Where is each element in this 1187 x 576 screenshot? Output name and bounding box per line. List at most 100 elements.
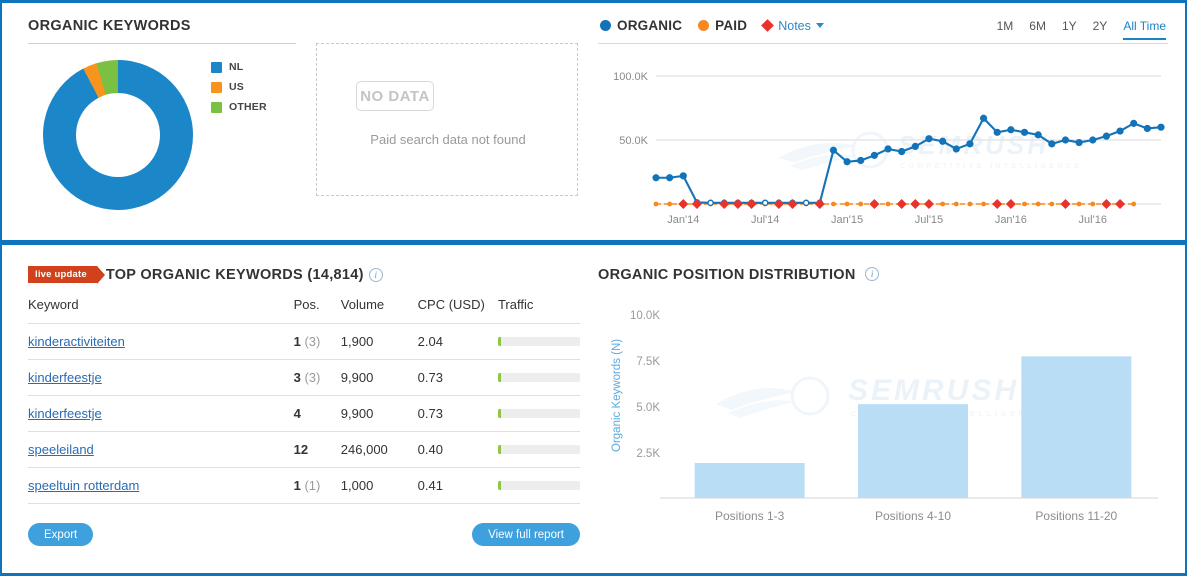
svg-text:Jul'15: Jul'15 [915, 214, 943, 226]
svg-text:Jan'14: Jan'14 [667, 214, 699, 226]
cell-keyword: speeltuin rotterdam [28, 467, 294, 504]
cell-cpc: 0.41 [417, 467, 498, 504]
title-divider [28, 43, 296, 44]
legend-item-notes[interactable]: Notes [761, 18, 824, 33]
cell-keyword: speeleiland [28, 431, 294, 468]
svg-text:Jul'14: Jul'14 [751, 214, 779, 226]
diamond-icon-notes [761, 19, 775, 32]
position-current: 12 [293, 442, 309, 457]
cell-position: 1 (3) [293, 323, 341, 360]
svg-text:10.0K: 10.0K [630, 310, 660, 322]
cell-volume: 1,900 [340, 323, 418, 360]
trend-chart: 50.0K 100.0K SEMRUSH COMPETITIVE INTELLIGEN… [598, 58, 1168, 233]
svg-text:Jan'16: Jan'16 [995, 214, 1027, 226]
tab-1m[interactable]: 1M [997, 19, 1014, 40]
position-distribution-chart: 2.5K 5.0K 7.5K 10.0K Organic Keywords (N) SEM… [598, 300, 1168, 540]
position-distribution-svg: 2.5K 5.0K 7.5K 10.0K Organic Keywords (N) SEM… [611, 310, 1158, 523]
svg-text:2.5K: 2.5K [636, 448, 660, 460]
trend-chart-svg: 50.0K100.0KSEMRUSHCOMPETITIVE INTELLIGEN… [613, 71, 1165, 226]
column-header-keyword: Keyword [28, 297, 79, 312]
tab-1y[interactable]: 1Y [1062, 19, 1077, 40]
legend-item-us: US [211, 81, 267, 93]
info-icon-position-distribution[interactable]: i [865, 267, 880, 281]
table-row: kinderfeestje 3 (3) 9,900 0.73 [28, 359, 580, 396]
cell-traffic [497, 359, 580, 396]
report-page: ORGANIC KEYWORDS NL US OTHER NO DATA Pai… [0, 0, 1187, 576]
legend-label-paid: PAID [715, 18, 748, 33]
trend-legend: ORGANIC PAID Notes [600, 18, 840, 33]
position-current: 1 [293, 334, 301, 349]
keyword-link[interactable]: speeltuin rotterdam [28, 478, 139, 493]
keyword-link[interactable]: speeleiland [28, 442, 94, 457]
position-current: 3 [293, 370, 301, 385]
chevron-down-icon[interactable] [815, 23, 824, 28]
svg-text:7.5K: 7.5K [636, 356, 660, 368]
cell-traffic [497, 431, 580, 468]
keywords-table: Keyword Pos. Volume CPC (USD) Traffic ki… [28, 297, 580, 504]
legend-label-organic: ORGANIC [617, 18, 683, 33]
svg-text:Organic Keywords (N): Organic Keywords (N) [611, 339, 623, 452]
paid-no-data-panel: NO DATA Paid search data not found [316, 43, 578, 196]
view-full-report-button[interactable]: View full report [472, 523, 580, 546]
column-header-volume: Volume [340, 297, 385, 312]
keyword-link[interactable]: kinderactiviteiten [28, 334, 125, 349]
table-row: kinderfeestje 4 9,900 0.73 [28, 395, 580, 432]
traffic-bar-fill [497, 373, 502, 382]
traffic-bar-fill [497, 481, 502, 490]
table-row: speeleiland 12 246,000 0.40 [28, 431, 580, 468]
legend-item-paid[interactable]: PAID [698, 18, 747, 33]
no-data-badge: NO DATA [356, 81, 434, 111]
traffic-bar [497, 481, 580, 490]
legend-swatch-other [211, 101, 222, 113]
legend-label-nl: NL [229, 61, 244, 73]
svg-text:SEMRUSH: SEMRUSH [848, 374, 1019, 407]
legend-swatch-us [211, 81, 222, 93]
position-previous: (3) [300, 370, 321, 385]
cell-cpc: 2.04 [417, 323, 498, 360]
top-organic-keywords-panel: live update TOP ORGANIC KEYWORDS (14,814… [28, 266, 580, 504]
keywords-table-body: kinderactiviteiten 1 (3) 1,900 2.04 kinderfe… [28, 323, 580, 504]
table-header-row: Keyword Pos. Volume CPC (USD) Traffic [28, 297, 580, 324]
donut-legend: NL US OTHER [211, 61, 267, 121]
keywords-table-head: Keyword Pos. Volume CPC (USD) Traffic [28, 297, 580, 324]
svg-text:50.0K: 50.0K [619, 135, 648, 147]
position-distribution-title: ORGANIC POSITION DISTRIBUTION [598, 267, 856, 283]
cell-keyword: kinderactiviteiten [28, 323, 294, 360]
cell-traffic [497, 467, 580, 504]
position-previous: (1) [300, 478, 321, 493]
svg-text:100.0K: 100.0K [613, 71, 649, 83]
traffic-bar [497, 373, 580, 382]
svg-text:Positions 11-20: Positions 11-20 [1035, 509, 1117, 523]
position-current: 4 [293, 406, 301, 421]
tab-all-time[interactable]: All Time [1123, 19, 1166, 40]
keyword-link[interactable]: kinderfeestje [28, 406, 102, 421]
legend-item-organic[interactable]: ORGANIC [600, 18, 682, 33]
donut-hole [76, 93, 160, 177]
traffic-bar-fill [497, 337, 502, 346]
keywords-title: TOP ORGANIC KEYWORDS (14,814) [105, 266, 364, 283]
cell-keyword: kinderfeestje [28, 359, 294, 396]
circle-icon-organic [600, 20, 611, 31]
cell-position: 1 (1) [293, 467, 341, 504]
table-row: speeltuin rotterdam 1 (1) 1,000 0.41 [28, 467, 580, 504]
cell-volume: 9,900 [340, 395, 418, 432]
svg-text:Jul'16: Jul'16 [1079, 214, 1107, 226]
traffic-bar [497, 445, 580, 454]
tab-2y[interactable]: 2Y [1093, 19, 1108, 40]
organic-keywords-panel: ORGANIC KEYWORDS [28, 18, 296, 44]
svg-text:COMPETITIVE INTELLIGENCE: COMPETITIVE INTELLIGENCE [900, 163, 1082, 170]
keyword-link[interactable]: kinderfeestje [28, 370, 102, 385]
cell-volume: 9,900 [340, 359, 418, 396]
country-donut-chart [43, 60, 193, 210]
traffic-bar-fill [497, 409, 502, 418]
export-button[interactable]: Export [28, 523, 94, 546]
trend-header-divider [598, 43, 1168, 44]
paid-no-data-message: Paid search data not found [370, 132, 526, 147]
tab-6m[interactable]: 6M [1029, 19, 1046, 40]
cell-position: 12 [293, 431, 341, 468]
svg-text:Positions 4-10: Positions 4-10 [875, 509, 951, 523]
legend-label-notes: Notes [778, 18, 811, 33]
cell-position: 4 [293, 395, 341, 432]
position-previous: (3) [300, 334, 321, 349]
info-icon-keywords[interactable]: i [368, 267, 383, 282]
